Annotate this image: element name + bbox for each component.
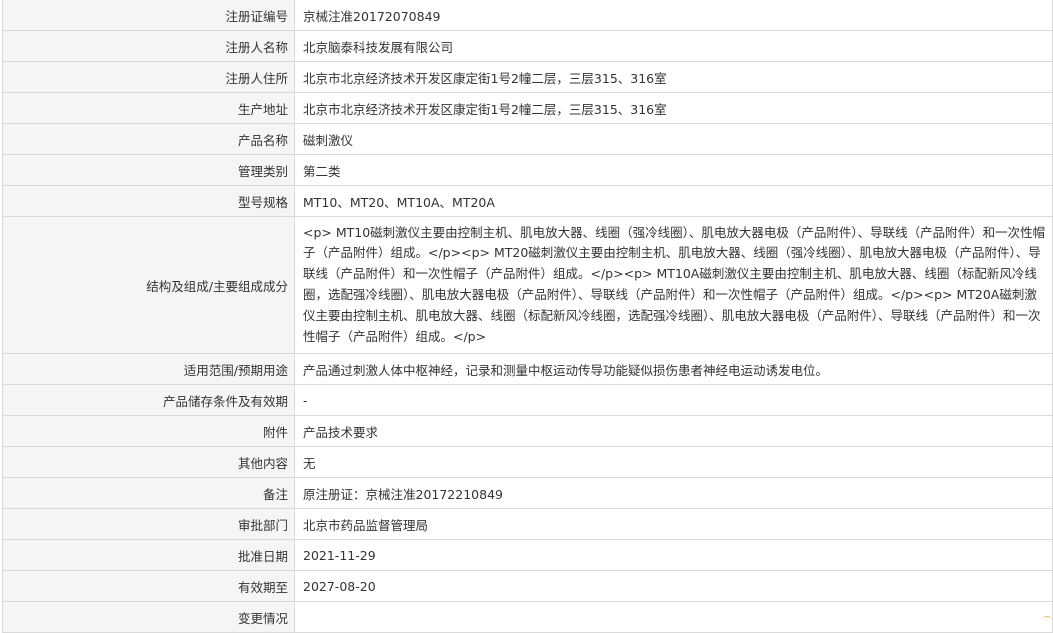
row-value-model-spec: MT10、MT20、MT10A、MT20A bbox=[294, 185, 1053, 217]
table-row: 审批部门 北京市药品监督管理局 bbox=[2, 508, 1053, 540]
table-row: 其他内容 无 bbox=[2, 446, 1053, 478]
table-row: 产品储存条件及有效期 - bbox=[2, 384, 1053, 416]
table-row: 产品名称 磁刺激仪 bbox=[2, 123, 1053, 155]
row-label-management-category: 管理类别 bbox=[2, 154, 295, 186]
registration-info-table: 注册证编号 京械注准20172070849 注册人名称 北京脑泰科技发展有限公司… bbox=[2, 0, 1053, 633]
row-value-other-content: 无 bbox=[294, 446, 1053, 478]
table-row: 注册人住所 北京市北京经济技术开发区康定街1号2幢二层，三层315、316室 bbox=[2, 61, 1053, 93]
row-value-management-category: 第二类 bbox=[294, 154, 1053, 186]
row-label-change-status: 变更情况 bbox=[2, 601, 295, 633]
row-value-registrant-name: 北京脑泰科技发展有限公司 bbox=[294, 30, 1053, 62]
row-label-approval-date: 批准日期 bbox=[2, 539, 295, 571]
row-value-intended-use: 产品通过刺激人体中枢神经，记录和测量中枢运动传导功能疑似损伤患者神经电运动诱发电… bbox=[294, 353, 1053, 385]
table-row: 注册人名称 北京脑泰科技发展有限公司 bbox=[2, 30, 1053, 62]
row-label-remarks: 备注 bbox=[2, 477, 295, 509]
row-label-valid-until: 有效期至 bbox=[2, 570, 295, 602]
row-label-production-address: 生产地址 bbox=[2, 92, 295, 124]
row-label-product-name: 产品名称 bbox=[2, 123, 295, 155]
row-value-approval-department: 北京市药品监督管理局 bbox=[294, 508, 1053, 540]
row-label-storage-validity: 产品储存条件及有效期 bbox=[2, 384, 295, 416]
table-row: 有效期至 2027-08-20 bbox=[2, 570, 1053, 602]
table-row: 结构及组成/主要组成成分 <p> MT10磁刺激仪主要由控制主机、肌电放大器、线… bbox=[2, 216, 1053, 354]
row-label-approval-department: 审批部门 bbox=[2, 508, 295, 540]
row-label-intended-use: 适用范围/预期用途 bbox=[2, 353, 295, 385]
table-row: 生产地址 北京市北京经济技术开发区康定街1号2幢二层，三层315、316室 bbox=[2, 92, 1053, 124]
row-label-attachment: 附件 bbox=[2, 415, 295, 447]
row-label-registrant-address: 注册人住所 bbox=[2, 61, 295, 93]
row-value-production-address: 北京市北京经济技术开发区康定街1号2幢二层，三层315、316室 bbox=[294, 92, 1053, 124]
row-value-registration-number: 京械注准20172070849 bbox=[294, 0, 1053, 31]
table-row: 管理类别 第二类 bbox=[2, 154, 1053, 186]
row-value-valid-until: 2027-08-20 bbox=[294, 570, 1053, 602]
table-row: 适用范围/预期用途 产品通过刺激人体中枢神经，记录和测量中枢运动传导功能疑似损伤… bbox=[2, 353, 1053, 385]
row-label-other-content: 其他内容 bbox=[2, 446, 295, 478]
row-value-remarks: 原注册证：京械注准20172210849 bbox=[294, 477, 1053, 509]
table-row: 备注 原注册证：京械注准20172210849 bbox=[2, 477, 1053, 509]
row-label-registration-number: 注册证编号 bbox=[2, 0, 295, 31]
row-value-storage-validity: - bbox=[294, 384, 1053, 416]
row-value-product-name: 磁刺激仪 bbox=[294, 123, 1053, 155]
row-value-structure-composition: <p> MT10磁刺激仪主要由控制主机、肌电放大器、线圈（强冷线圈）、肌电放大器… bbox=[294, 216, 1053, 354]
row-value-approval-date: 2021-11-29 bbox=[294, 539, 1053, 571]
table-row: 附件 产品技术要求 bbox=[2, 415, 1053, 447]
row-label-structure-composition: 结构及组成/主要组成成分 bbox=[2, 216, 295, 354]
table-row: 注册证编号 京械注准20172070849 bbox=[2, 0, 1053, 31]
table-row: 型号规格 MT10、MT20、MT10A、MT20A bbox=[2, 185, 1053, 217]
row-value-registrant-address: 北京市北京经济技术开发区康定街1号2幢二层，三层315、316室 bbox=[294, 61, 1053, 93]
table-row: 变更情况 bbox=[2, 601, 1053, 633]
row-label-registrant-name: 注册人名称 bbox=[2, 30, 295, 62]
row-value-attachment: 产品技术要求 bbox=[294, 415, 1053, 447]
row-label-model-spec: 型号规格 bbox=[2, 185, 295, 217]
table-row: 批准日期 2021-11-29 bbox=[2, 539, 1053, 571]
row-value-change-status bbox=[294, 601, 1053, 633]
